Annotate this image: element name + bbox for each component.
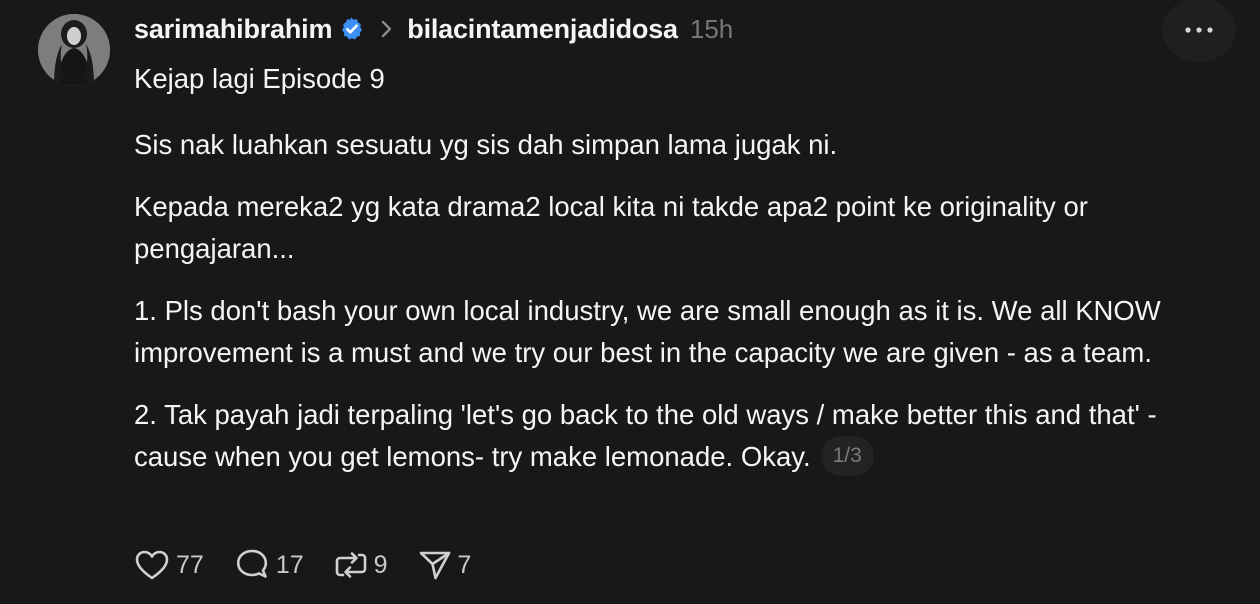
post-paragraph: Kepada mereka2 yg kata drama2 local kita… bbox=[134, 191, 1088, 264]
post-paragraph-last: 2. Tak payah jadi terpaling 'let's go ba… bbox=[134, 394, 1224, 479]
post-paragraph: Sis nak luahkan sesuatu yg sis dah simpa… bbox=[134, 129, 838, 160]
avatar-image bbox=[38, 14, 110, 86]
repost-icon bbox=[335, 552, 366, 578]
post-paragraph: 2. Tak payah jadi terpaling 'let's go ba… bbox=[134, 399, 1157, 472]
action-bar: 77 17 9 7 bbox=[134, 545, 501, 585]
post-timestamp[interactable]: 15h bbox=[690, 14, 733, 45]
community-link[interactable]: bilacintamenjadidosa bbox=[407, 14, 678, 45]
repost-button[interactable]: 9 bbox=[334, 548, 388, 582]
repost-count: 9 bbox=[373, 550, 388, 579]
post-body: Kejap lagi Episode 9 Sis nak luahkan ses… bbox=[134, 58, 1224, 479]
page-indicator: 1/3 bbox=[820, 435, 874, 476]
thread-post: sarimahibrahim bilacintamenjadidosa 15h … bbox=[0, 0, 1260, 604]
avatar[interactable] bbox=[38, 14, 110, 86]
post-paragraph: 1. Pls don't bash your own local industr… bbox=[134, 295, 1161, 368]
more-horizontal-icon bbox=[1185, 27, 1213, 33]
comment-icon bbox=[236, 549, 267, 578]
send-icon bbox=[419, 551, 450, 580]
more-options-button[interactable] bbox=[1162, 0, 1236, 62]
like-count: 77 bbox=[176, 550, 204, 579]
comment-count: 17 bbox=[275, 550, 304, 579]
post-title-line: Kejap lagi Episode 9 bbox=[134, 63, 385, 94]
post-header: sarimahibrahim bilacintamenjadidosa 15h bbox=[134, 11, 733, 47]
username-link[interactable]: sarimahibrahim bbox=[134, 14, 332, 45]
heart-icon bbox=[135, 550, 169, 580]
chevron-right-icon bbox=[379, 20, 395, 38]
like-button[interactable]: 77 bbox=[134, 549, 204, 581]
share-count: 7 bbox=[457, 550, 472, 579]
verified-badge-icon bbox=[339, 16, 365, 42]
comment-button[interactable]: 17 bbox=[234, 548, 304, 582]
share-button[interactable]: 7 bbox=[418, 549, 472, 581]
